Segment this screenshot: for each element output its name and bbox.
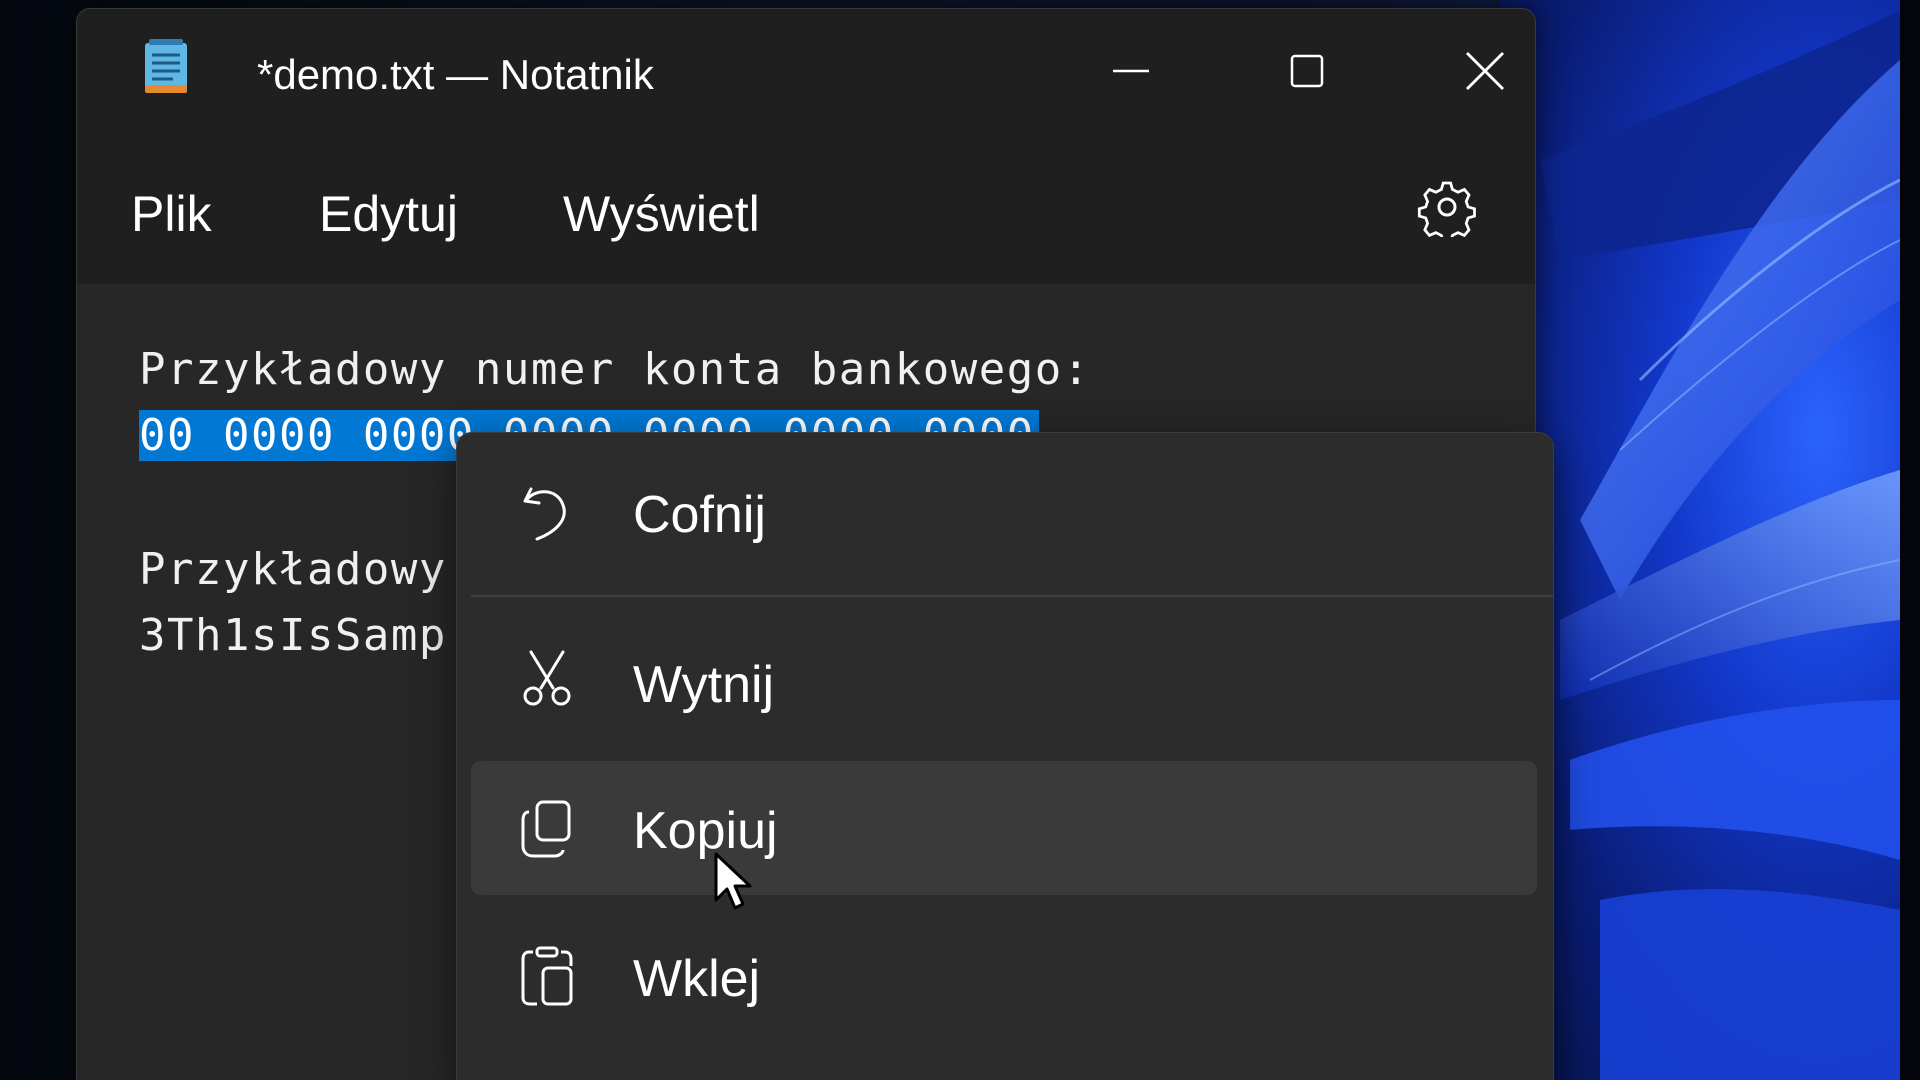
window-title: *demo.txt — Notatnik [257,51,654,98]
title-bar[interactable]: *demo.txt — Notatnik [77,9,1535,129]
minimize-button[interactable] [1071,29,1191,113]
editor-line: 3Th1sIsSamp [139,610,447,661]
editor-line: Przykładowy [139,544,447,595]
minimize-icon [1113,69,1149,73]
menu-file[interactable]: Plik [131,185,212,243]
desktop: *demo.txt — Notatnik Plik Edytuj Wyświet… [0,0,1920,1080]
context-menu-label: Kopiuj [633,802,778,860]
screen-edge [1900,0,1920,1080]
context-menu-cut[interactable]: Wytnij [471,611,1537,745]
paste-icon [521,946,573,1006]
close-button[interactable] [1425,29,1535,113]
notepad-app-icon [145,39,187,93]
copy-icon [521,800,571,858]
menu-view[interactable]: Wyświetl [563,185,760,243]
scissors-icon [523,650,571,706]
undo-icon [523,487,566,541]
context-menu-undo[interactable]: Cofnij [471,433,1537,593]
context-menu-label: Wytnij [633,656,775,714]
close-icon [1466,52,1504,90]
wallpaper [1500,0,1900,1080]
context-menu-copy[interactable]: Kopiuj [471,761,1537,895]
context-menu-label: Cofnij [633,486,766,544]
maximize-button[interactable] [1247,29,1367,113]
mouse-pointer-icon [714,852,752,910]
context-menu-label: Wklej [633,950,761,1008]
maximize-icon [1290,54,1324,88]
context-menu-divider [471,595,1553,597]
gear-icon[interactable] [1417,177,1477,237]
context-menu-paste[interactable]: Wklej [471,909,1537,1043]
menu-edit[interactable]: Edytuj [319,185,458,243]
context-menu: Cofnij Wytnij Kopiuj Wklej [456,432,1554,1080]
menu-bar: Plik Edytuj Wyświetl [77,129,1535,284]
editor-line: Przykładowy numer konta bankowego: [139,344,1091,395]
